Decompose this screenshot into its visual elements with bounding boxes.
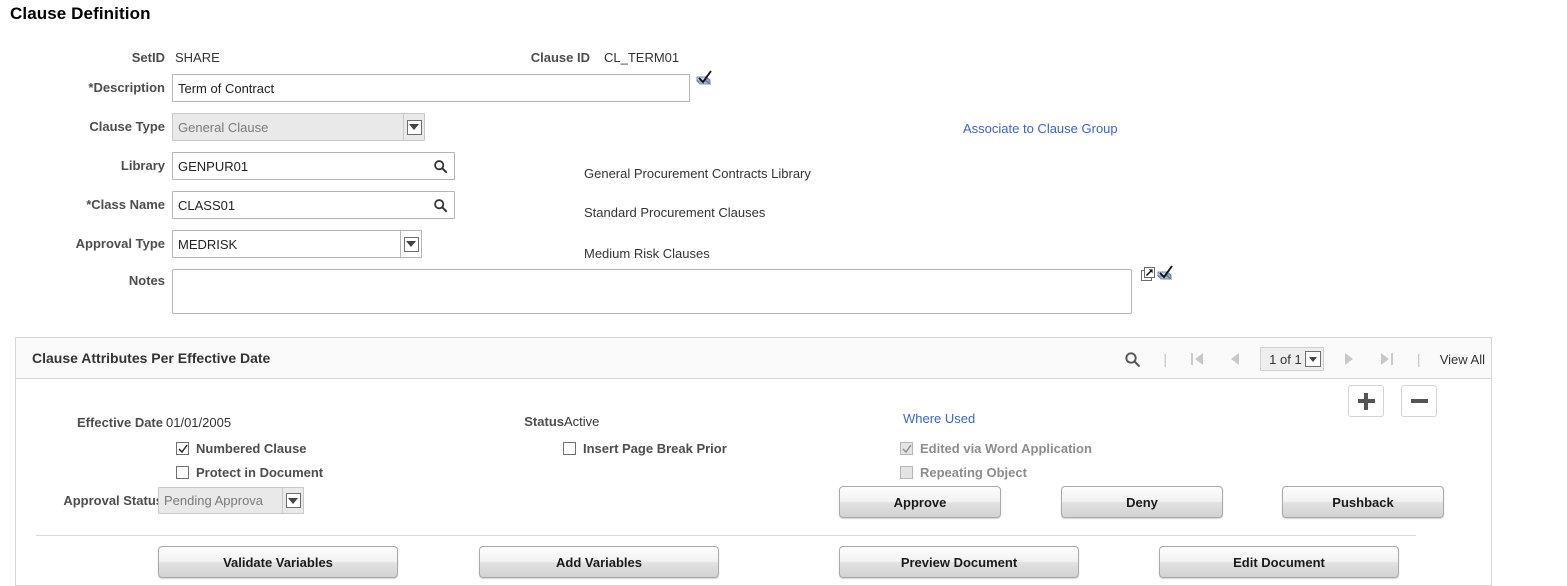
checkbox-numbered-clause[interactable]: Numbered Clause — [176, 441, 307, 456]
class-name-label: *Class Name — [86, 197, 165, 212]
deny-button[interactable]: Deny — [1061, 486, 1223, 518]
add-variables-button[interactable]: Add Variables — [479, 546, 719, 578]
status-value: Active — [564, 414, 600, 429]
clause-type-value: General Clause — [178, 119, 269, 135]
add-row-button[interactable] — [1348, 385, 1384, 417]
edit-document-button[interactable]: Edit Document — [1159, 546, 1399, 578]
notes-label: Notes — [128, 273, 165, 288]
setid-value: SHARE — [175, 50, 220, 65]
last-page-icon[interactable] — [1368, 346, 1406, 372]
approval-type-select[interactable]: MEDRISK — [172, 230, 422, 258]
associate-to-clause-group-link[interactable]: Associate to Clause Group — [963, 121, 1118, 136]
checkbox-insert-page-break-prior[interactable]: Insert Page Break Prior — [563, 441, 727, 456]
checkbox-edited-via-word-application: Edited via Word Application — [900, 441, 1092, 456]
search-icon — [433, 159, 447, 173]
view-all-link[interactable]: View All — [1440, 346, 1485, 372]
page-title: Clause Definition — [10, 4, 151, 23]
checkbox-label: Insert Page Break Prior — [583, 441, 727, 456]
notes-spellcheck-icon[interactable] — [1155, 263, 1177, 288]
setid-label: SetID — [131, 50, 165, 65]
checkbox-box — [900, 442, 913, 455]
approval-status-select[interactable]: Pending Approva — [158, 487, 304, 514]
status-label: Status — [524, 414, 564, 429]
library-description: General Procurement Contracts Library — [584, 166, 811, 181]
check-icon — [902, 444, 912, 453]
section-divider — [36, 535, 1416, 536]
chevron-down-icon[interactable] — [400, 231, 421, 257]
previous-page-icon[interactable] — [1216, 346, 1254, 372]
chevron-down-icon[interactable] — [282, 488, 303, 513]
checkbox-label: Protect in Document — [196, 465, 324, 480]
page-counter-label: 1 of 1 — [1269, 351, 1302, 367]
grid-pager: | 1 of 1 | View All — [1112, 346, 1485, 372]
approval-type-description: Medium Risk Clauses — [584, 246, 710, 261]
checkbox-label: Repeating Object — [920, 465, 1027, 480]
approval-type-value: MEDRISK — [178, 236, 238, 252]
clause-attributes-panel: Clause Attributes Per Effective Date | 1… — [15, 337, 1492, 586]
checkbox-label: Numbered Clause — [196, 441, 307, 456]
page-counter[interactable]: 1 of 1 — [1260, 346, 1324, 372]
checkbox-box[interactable] — [563, 442, 576, 455]
where-used-link[interactable]: Where Used — [903, 411, 975, 426]
clause-type-select[interactable]: General Clause — [172, 113, 425, 141]
effective-date-value: 01/01/2005 — [166, 415, 232, 430]
panel-title: Clause Attributes Per Effective Date — [32, 350, 271, 366]
description-label: *Description — [88, 80, 165, 95]
first-page-icon[interactable] — [1178, 346, 1216, 372]
preview-document-button[interactable]: Preview Document — [839, 546, 1079, 578]
library-input[interactable] — [172, 152, 455, 180]
check-icon — [178, 444, 188, 453]
description-input[interactable] — [172, 74, 690, 102]
approval-status-value: Pending Approva — [164, 493, 264, 508]
checkbox-label: Edited via Word Application — [920, 441, 1092, 456]
library-lookup-button[interactable] — [428, 154, 452, 178]
clause-id-label: Clause ID — [530, 50, 590, 65]
pushback-button[interactable]: Pushback — [1282, 486, 1444, 518]
pager-search-icon[interactable] — [1112, 346, 1152, 372]
clause-id-value: CL_TERM01 — [604, 50, 680, 65]
class-name-description: Standard Procurement Clauses — [584, 205, 766, 220]
search-icon — [433, 198, 447, 212]
notes-textarea[interactable] — [172, 269, 1132, 314]
pager-separator-left: | — [1163, 351, 1167, 367]
delete-row-button[interactable] — [1401, 385, 1437, 417]
approval-type-label: Approval Type — [75, 236, 165, 251]
approval-status-label: Approval Status — [63, 493, 163, 508]
validate-variables-button[interactable]: Validate Variables — [158, 546, 398, 578]
chevron-down-icon[interactable] — [1304, 351, 1321, 367]
library-label: Library — [120, 158, 165, 173]
spellcheck-icon[interactable] — [694, 68, 716, 93]
pager-separator-right: | — [1416, 351, 1421, 367]
class-name-input[interactable] — [172, 191, 455, 219]
checkbox-box[interactable] — [176, 466, 189, 479]
checkbox-repeating-object: Repeating Object — [900, 465, 1027, 480]
checkbox-protect-in-document[interactable]: Protect in Document — [176, 465, 323, 480]
next-page-icon[interactable] — [1330, 346, 1368, 372]
clause-type-label: Clause Type — [89, 119, 165, 134]
effective-date-label: Effective Date — [77, 415, 163, 430]
chevron-down-icon[interactable] — [403, 114, 424, 140]
checkbox-box[interactable] — [176, 442, 189, 455]
checkbox-box — [900, 466, 913, 479]
class-name-lookup-button[interactable] — [428, 193, 452, 217]
approve-button[interactable]: Approve — [839, 486, 1001, 518]
